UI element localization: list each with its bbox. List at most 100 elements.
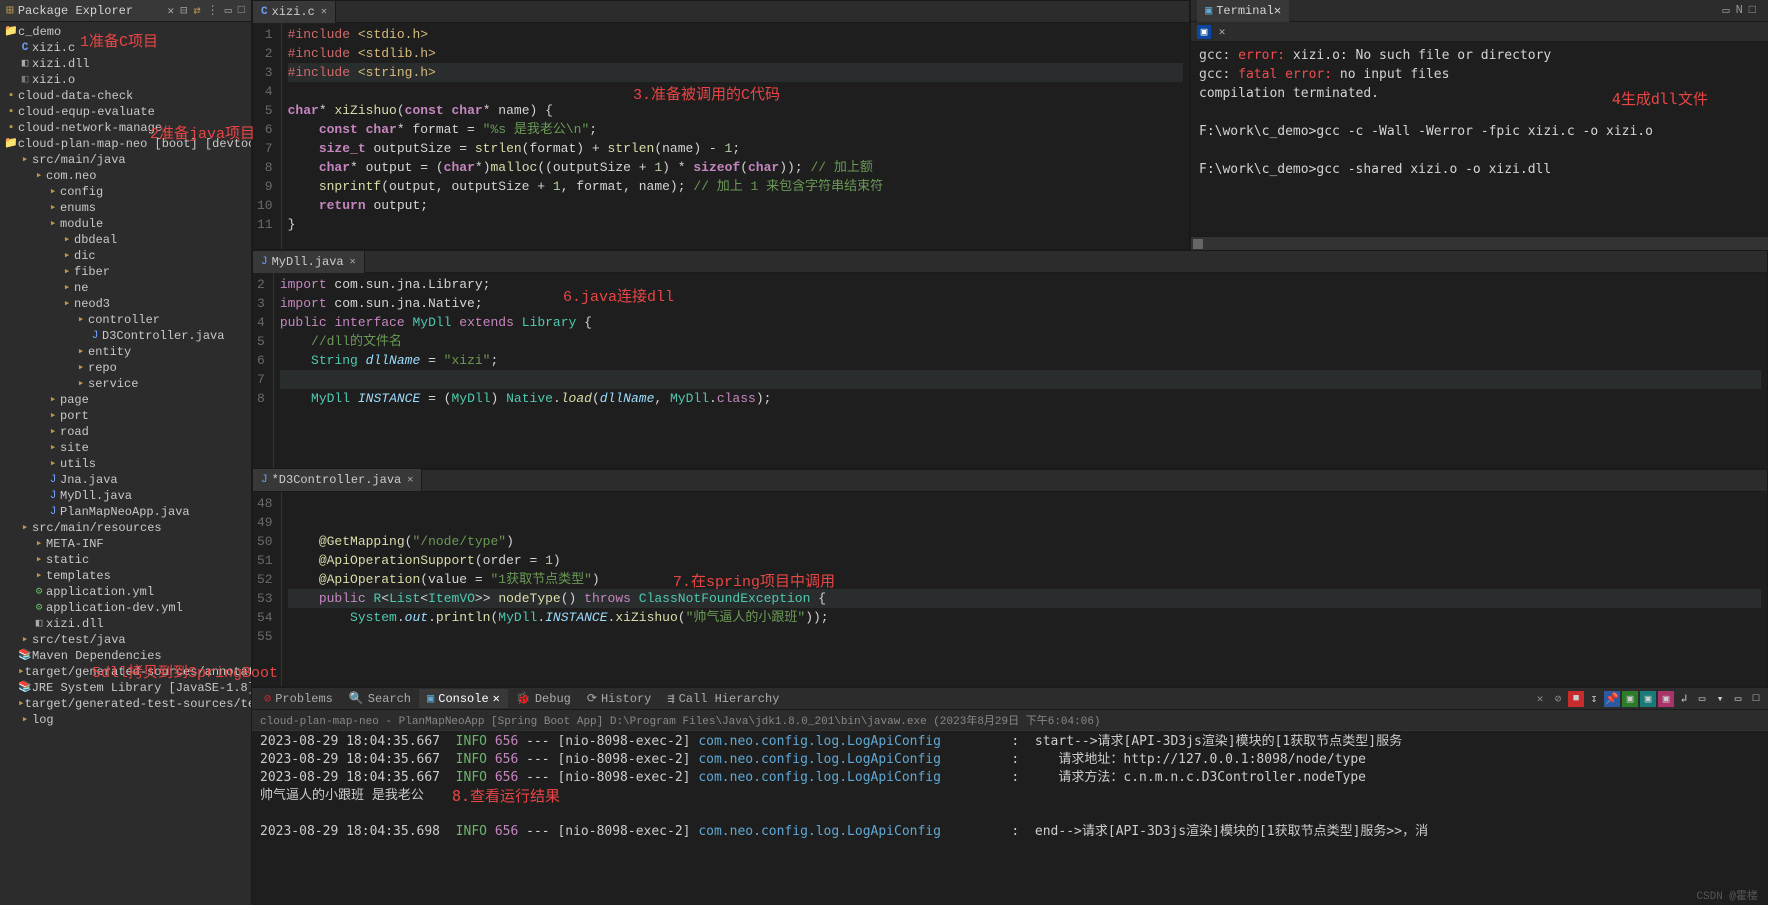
tree-item[interactable]: ▸ entity <box>0 344 251 360</box>
tree-item[interactable]: ▸ site <box>0 440 251 456</box>
tree-item[interactable]: ▸ page <box>0 392 251 408</box>
tree-item[interactable]: ⚙ application-dev.yml <box>0 600 251 616</box>
tab-console[interactable]: ▣Console✕ <box>419 689 508 708</box>
collapse-icon[interactable]: ⊟ <box>180 3 187 18</box>
close-tab-icon[interactable]: ✕ <box>350 256 356 268</box>
tree-item[interactable]: ▪ cloud-equp-evaluate <box>0 104 251 120</box>
file-tree[interactable]: 📁 c_demoC xizi.c◧ xizi.dll◧ xizi.o▪ clou… <box>0 22 251 730</box>
tree-item[interactable]: ▸ service <box>0 376 251 392</box>
tree-item[interactable]: C xizi.c <box>0 40 251 56</box>
close-tab-icon[interactable]: ✕ <box>1274 3 1281 18</box>
tree-item[interactable]: ▸ ne <box>0 280 251 296</box>
max-icon[interactable]: ▭ <box>1722 3 1729 18</box>
tree-item[interactable]: ▸ module <box>0 216 251 232</box>
console-context: cloud-plan-map-neo - PlanMapNeoApp [Spri… <box>252 710 1768 731</box>
clear-icon[interactable]: ✕ <box>1532 691 1548 707</box>
code-body[interactable]: #include <stdio.h>#include <stdlib.h>#in… <box>282 23 1189 249</box>
tree-item-label: entity <box>88 344 131 360</box>
remove-all-icon[interactable]: ⊘ <box>1550 691 1566 707</box>
min-icon[interactable]: □ <box>1749 3 1756 18</box>
new-term-icon[interactable]: N <box>1736 3 1743 18</box>
tree-item[interactable]: ⚙ application.yml <box>0 584 251 600</box>
tree-item[interactable]: ▸ dic <box>0 248 251 264</box>
tree-item[interactable]: ▸ src/test/java <box>0 632 251 648</box>
console-body[interactable]: 8.查看运行结果 2023-08-29 18:04:35.667 INFO 65… <box>252 731 1768 843</box>
tree-item[interactable]: ◧ xizi.dll <box>0 56 251 72</box>
close-icon[interactable]: ✕ <box>167 4 174 18</box>
dropdown-icon[interactable]: ▾ <box>1712 691 1728 707</box>
wrap-icon[interactable]: ↲ <box>1676 691 1692 707</box>
close-tab-icon[interactable]: ✕ <box>321 6 327 18</box>
tab-d3controller[interactable]: J *D3Controller.java ✕ <box>253 469 422 491</box>
tree-item-icon: ◧ <box>18 72 32 88</box>
tree-item[interactable]: ▸ dbdeal <box>0 232 251 248</box>
tree-item[interactable]: ▸ road <box>0 424 251 440</box>
tab-call-hierarchy[interactable]: ⇶Call Hierarchy <box>659 689 787 708</box>
tree-item[interactable]: 📁 cloud-plan-map-neo [boot] [devtools] <box>0 136 251 152</box>
editor-mydll: J MyDll.java ✕ 6.java连接dll 2345678 impor… <box>252 250 1768 469</box>
tree-item[interactable]: J Jna.java <box>0 472 251 488</box>
tab-mydll[interactable]: J MyDll.java ✕ <box>253 251 365 273</box>
tree-item[interactable]: J D3Controller.java <box>0 328 251 344</box>
tree-item[interactable]: ▪ cloud-data-check <box>0 88 251 104</box>
tree-item[interactable]: ▸ static <box>0 552 251 568</box>
code-body[interactable]: import com.sun.jna.Library;import com.su… <box>274 273 1767 468</box>
tree-item[interactable]: ▸ templates <box>0 568 251 584</box>
tree-item[interactable]: ▸ utils <box>0 456 251 472</box>
tree-item-label: xizi.dll <box>32 56 90 72</box>
tab-search[interactable]: 🔍Search <box>341 689 419 708</box>
tree-item[interactable]: 📚 JRE System Library [JavaSE-1.8] <box>0 680 251 696</box>
tree-item[interactable]: ▸ neod3 <box>0 296 251 312</box>
tree-item[interactable]: J PlanMapNeoApp.java <box>0 504 251 520</box>
tree-item[interactable]: ▸ port <box>0 408 251 424</box>
tab-problems[interactable]: ⊘Problems <box>256 689 341 708</box>
link-icon[interactable]: ⇄ <box>193 3 200 18</box>
tree-item[interactable]: ◧ xizi.dll <box>0 616 251 632</box>
tree-item[interactable]: ▸ src/main/java <box>0 152 251 168</box>
stop-icon[interactable]: ■ <box>1568 691 1584 707</box>
tree-item[interactable]: ▸ com.neo <box>0 168 251 184</box>
menu-icon[interactable]: ⋮ <box>207 3 219 18</box>
tree-item[interactable]: ▸ controller <box>0 312 251 328</box>
close-tab-icon[interactable]: ✕ <box>407 474 413 486</box>
tree-item[interactable]: J MyDll.java <box>0 488 251 504</box>
tree-item[interactable]: ▸ target/generated-test-sources/test-ann… <box>0 696 251 712</box>
tab-debug[interactable]: 🐞Debug <box>508 689 579 708</box>
maximize-icon[interactable]: □ <box>238 3 245 18</box>
pin-icon[interactable]: 📌 <box>1604 691 1620 707</box>
max-icon[interactable]: □ <box>1748 691 1764 707</box>
terminal-tab[interactable]: ▣ Terminal ✕ <box>1197 0 1289 22</box>
terminal-scrollbar[interactable] <box>1191 236 1768 250</box>
tree-item[interactable]: ▸ repo <box>0 360 251 376</box>
show-icon[interactable]: ▣ <box>1622 691 1638 707</box>
term-cmd-icon[interactable]: ▣ <box>1197 25 1211 39</box>
open-icon[interactable]: ▣ <box>1640 691 1656 707</box>
tree-item-label: MyDll.java <box>60 488 132 504</box>
terminal-body[interactable]: 4生成dll文件 gcc: error: xizi.o: No such fil… <box>1191 42 1768 236</box>
tree-item[interactable]: ▸ config <box>0 184 251 200</box>
tree-item-icon: ▸ <box>46 392 60 408</box>
tab-xizi-c[interactable]: C xizi.c ✕ <box>253 1 336 23</box>
minimize-icon[interactable]: ▭ <box>225 3 232 18</box>
toggle-icon[interactable]: ▭ <box>1694 691 1710 707</box>
tree-item-icon: J <box>46 504 60 520</box>
tree-item[interactable]: ▪ cloud-network-manage <box>0 120 251 136</box>
tree-item-label: module <box>60 216 103 232</box>
tree-item-label: src/main/java <box>32 152 126 168</box>
tree-item[interactable]: ▸ log <box>0 712 251 728</box>
tree-item[interactable]: 📁 c_demo <box>0 24 251 40</box>
display-icon[interactable]: ▣ <box>1658 691 1674 707</box>
tree-item[interactable]: ▸ target/generated-sources/annotations <box>0 664 251 680</box>
tree-item[interactable]: ◧ xizi.o <box>0 72 251 88</box>
tab-history[interactable]: ⟳History <box>579 689 659 708</box>
scroll-icon[interactable]: ↧ <box>1586 691 1602 707</box>
tree-item-label: cloud-network-manage <box>18 120 162 136</box>
tree-item[interactable]: 📚 Maven Dependencies <box>0 648 251 664</box>
tree-item[interactable]: ▸ fiber <box>0 264 251 280</box>
min-icon[interactable]: ▭ <box>1730 691 1746 707</box>
tree-item[interactable]: ▸ enums <box>0 200 251 216</box>
term-close-icon[interactable]: ✕ <box>1215 25 1229 39</box>
tree-item[interactable]: ▸ META-INF <box>0 536 251 552</box>
tree-item[interactable]: ▸ src/main/resources <box>0 520 251 536</box>
code-body[interactable]: @GetMapping("/node/type") @ApiOperationS… <box>282 492 1767 687</box>
